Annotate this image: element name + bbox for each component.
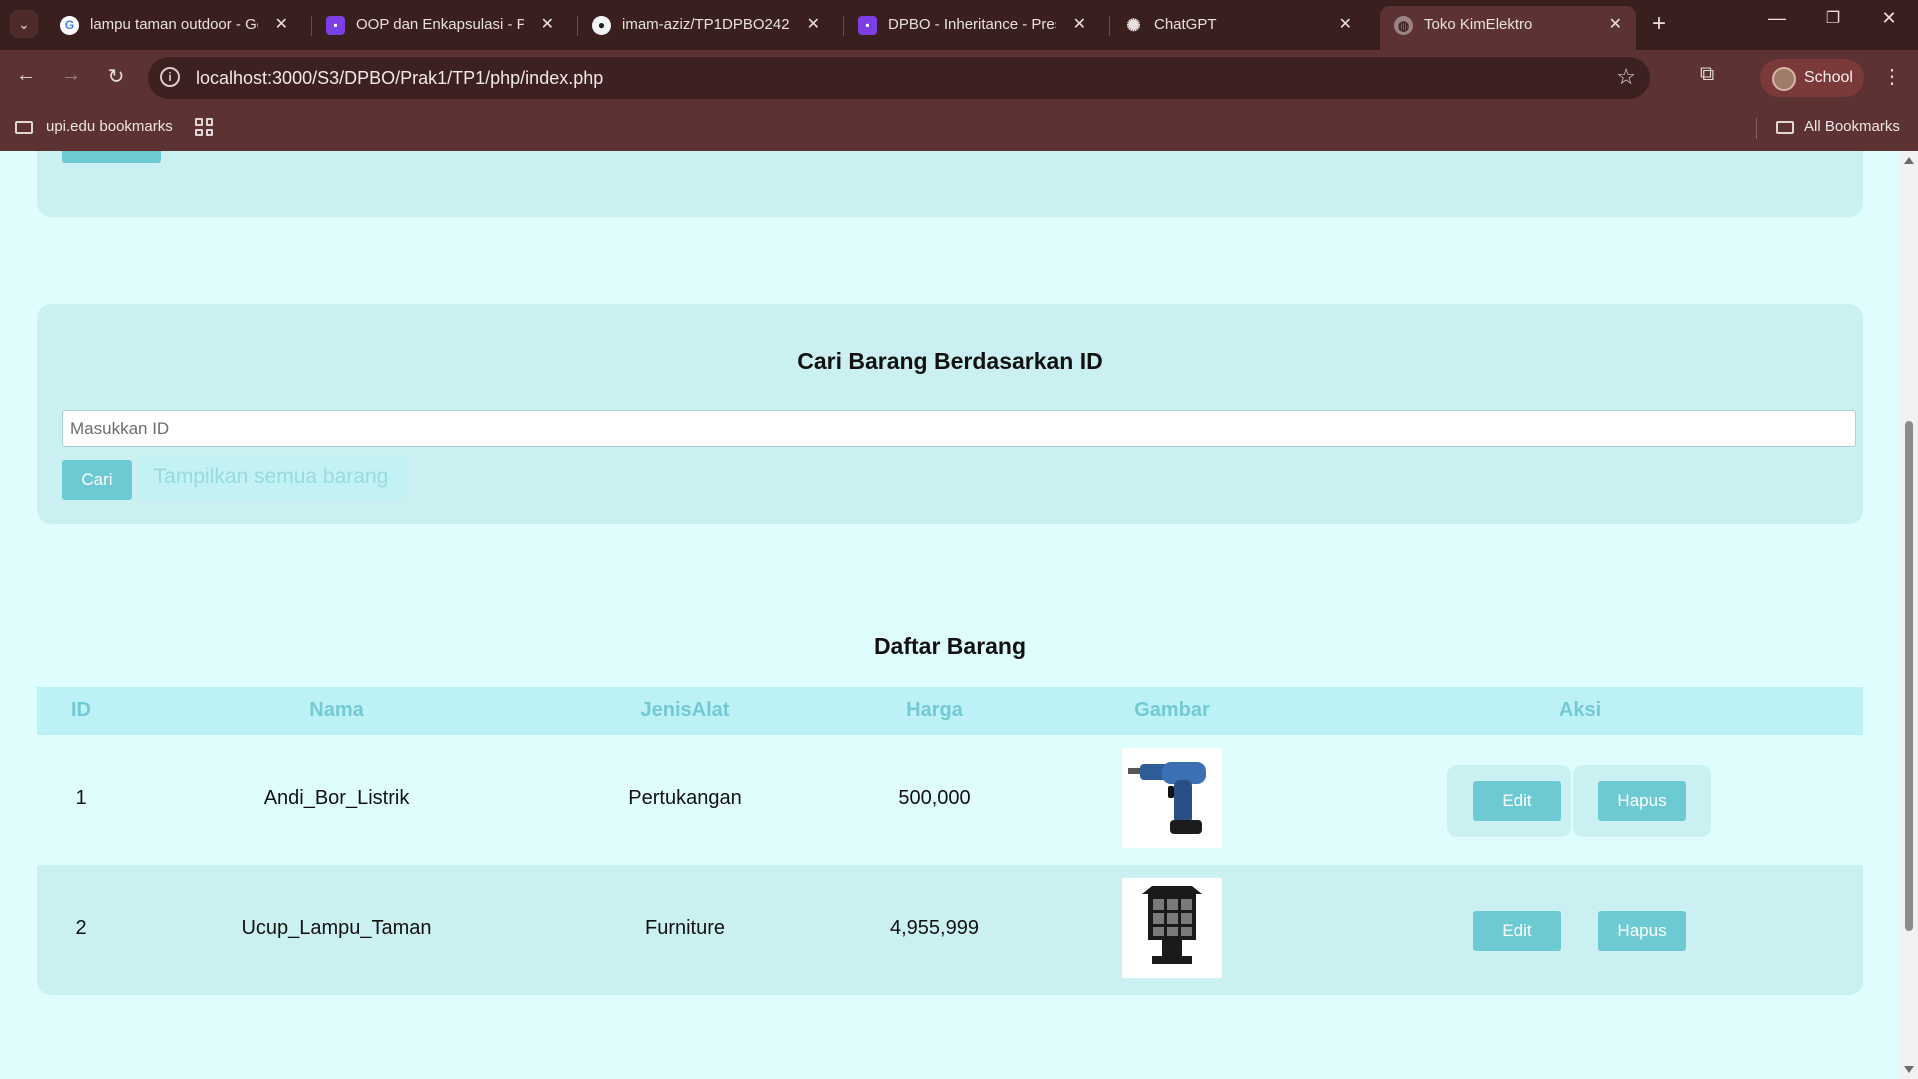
openai-icon: ✺ [1126, 16, 1141, 35]
close-tab-icon[interactable]: ✕ [541, 14, 554, 34]
tab-label: Toko KimElektro [1424, 16, 1533, 33]
tab-oop-slides[interactable]: ▪ OOP dan Enkapsulasi - Pre ✕ [312, 6, 568, 44]
items-table: ID Nama JenisAlat Harga Gambar Aksi 1 An… [37, 687, 1863, 995]
new-tab-icon[interactable]: + [1652, 11, 1666, 37]
tab-label: DPBO - Inheritance - Prese [888, 16, 1056, 33]
apps-grid-icon[interactable] [195, 118, 213, 136]
tab-strip: ⌄ G lampu taman outdoor - Go ✕ ▪ OOP dan… [0, 0, 1918, 50]
tab-label: lampu taman outdoor - Go [90, 16, 258, 33]
tab-search-icon[interactable]: ⌄ [10, 10, 38, 38]
close-tab-icon[interactable]: ✕ [275, 14, 288, 34]
restore-icon[interactable]: ❐ [1813, 8, 1853, 28]
folder-icon [15, 121, 33, 134]
url-text[interactable]: localhost:3000/S3/DPBO/Prak1/TP1/php/ind… [196, 68, 603, 89]
list-title: Daftar Barang [873, 633, 1027, 659]
search-card: Cari Barang Berdasarkan ID Cari Tampilka… [37, 304, 1863, 524]
tab-google-search[interactable]: G lampu taman outdoor - Go ✕ [46, 6, 302, 44]
bookmarks-bar: upi.edu bookmarks All Bookmarks [0, 106, 1918, 151]
cell-nama: Andi_Bor_Listrik [263, 787, 410, 809]
drill-image [1122, 748, 1222, 848]
forward-icon[interactable]: → [57, 64, 85, 87]
globe-icon: ◍ [1394, 16, 1413, 35]
cell-jenis: Furniture [644, 917, 726, 939]
cell-harga: 4,955,999 [890, 917, 979, 939]
tab-chatgpt[interactable]: ✺ ChatGPT ✕ [1110, 6, 1366, 44]
google-icon: G [60, 16, 79, 35]
scroll-down-icon[interactable] [1904, 1066, 1914, 1073]
column-header-nama: Nama [309, 699, 364, 721]
vertical-scrollbar[interactable] [1900, 151, 1918, 1079]
address-bar[interactable]: i localhost:3000/S3/DPBO/Prak1/TP1/php/i… [148, 57, 1650, 99]
profile-button[interactable]: School [1760, 59, 1864, 97]
cell-id: 1 [75, 787, 87, 809]
close-tab-icon[interactable]: ✕ [807, 14, 820, 34]
github-icon: ● [592, 16, 611, 35]
close-window-icon[interactable]: ✕ [1869, 8, 1909, 29]
slides-icon: ▪ [326, 16, 345, 35]
tab-label: imam-aziz/TP1DPBO2425C [622, 16, 790, 33]
tab-inheritance-slides[interactable]: ▪ DPBO - Inheritance - Prese ✕ [844, 6, 1100, 44]
tab-toko-kimelektro[interactable]: ◍ Toko KimElektro ✕ [1380, 6, 1636, 50]
tab-github[interactable]: ● imam-aziz/TP1DPBO2425C ✕ [578, 6, 834, 44]
avatar [1772, 67, 1796, 91]
reload-icon[interactable]: ↻ [102, 64, 130, 89]
page-viewport: Tambah Cari Barang Berdasarkan ID Cari T… [0, 151, 1900, 1079]
profile-label: School [1804, 69, 1853, 86]
tab-label: ChatGPT [1154, 16, 1217, 33]
site-info-icon[interactable]: i [160, 67, 180, 87]
browser-toolbar: ← → ↻ i localhost:3000/S3/DPBO/Prak1/TP1… [0, 50, 1918, 106]
slides-icon: ▪ [858, 16, 877, 35]
delete-button[interactable]: Hapus [1598, 781, 1686, 821]
minimize-icon[interactable]: — [1757, 8, 1797, 29]
column-header-gambar: Gambar [1134, 699, 1210, 721]
show-all-button[interactable]: Tampilkan semua barang [139, 456, 403, 498]
table-row: 2 Ucup_Lampu_Taman Furniture 4,955,999 E… [37, 865, 1863, 995]
column-header-aksi: Aksi [1558, 699, 1602, 721]
table-row: 1 Andi_Bor_Listrik Pertukangan 500,000 E… [37, 735, 1863, 865]
edit-button[interactable]: Edit [1473, 911, 1561, 951]
scroll-up-icon[interactable] [1904, 157, 1914, 164]
folder-icon [1776, 121, 1794, 134]
search-button[interactable]: Cari [62, 460, 132, 500]
column-header-id: ID [71, 699, 91, 721]
search-id-input[interactable] [62, 410, 1856, 447]
edit-button[interactable]: Edit [1473, 781, 1561, 821]
close-tab-icon[interactable]: ✕ [1073, 14, 1086, 34]
tab-label: OOP dan Enkapsulasi - Pre [356, 16, 524, 33]
delete-button[interactable]: Hapus [1598, 911, 1686, 951]
scrollbar-thumb[interactable] [1905, 421, 1913, 931]
back-icon[interactable]: ← [12, 64, 40, 87]
table-header: ID Nama JenisAlat Harga Gambar Aksi [37, 687, 1863, 735]
add-button[interactable]: Tambah [62, 151, 161, 163]
extensions-icon[interactable]: ⧉ [1700, 63, 1714, 86]
more-menu-icon[interactable]: ⋮ [1882, 64, 1902, 89]
column-header-jenis: JenisAlat [640, 699, 730, 721]
bookmark-folder-upi[interactable]: upi.edu bookmarks [46, 118, 173, 135]
garden-lamp-image [1122, 878, 1222, 978]
cell-id: 2 [75, 917, 87, 939]
cell-nama: Ucup_Lampu_Taman [241, 917, 432, 939]
column-header-harga: Harga [906, 699, 963, 721]
all-bookmarks-button[interactable]: All Bookmarks [1804, 118, 1900, 135]
search-title: Cari Barang Berdasarkan ID [797, 348, 1103, 374]
bookmarks-divider [1756, 118, 1757, 139]
close-tab-icon[interactable]: ✕ [1609, 14, 1622, 34]
bookmark-star-icon[interactable]: ☆ [1616, 64, 1636, 90]
cell-jenis: Pertukangan [628, 787, 742, 809]
close-tab-icon[interactable]: ✕ [1339, 14, 1352, 34]
cell-harga: 500,000 [898, 787, 971, 809]
add-item-card: Tambah [37, 151, 1863, 217]
